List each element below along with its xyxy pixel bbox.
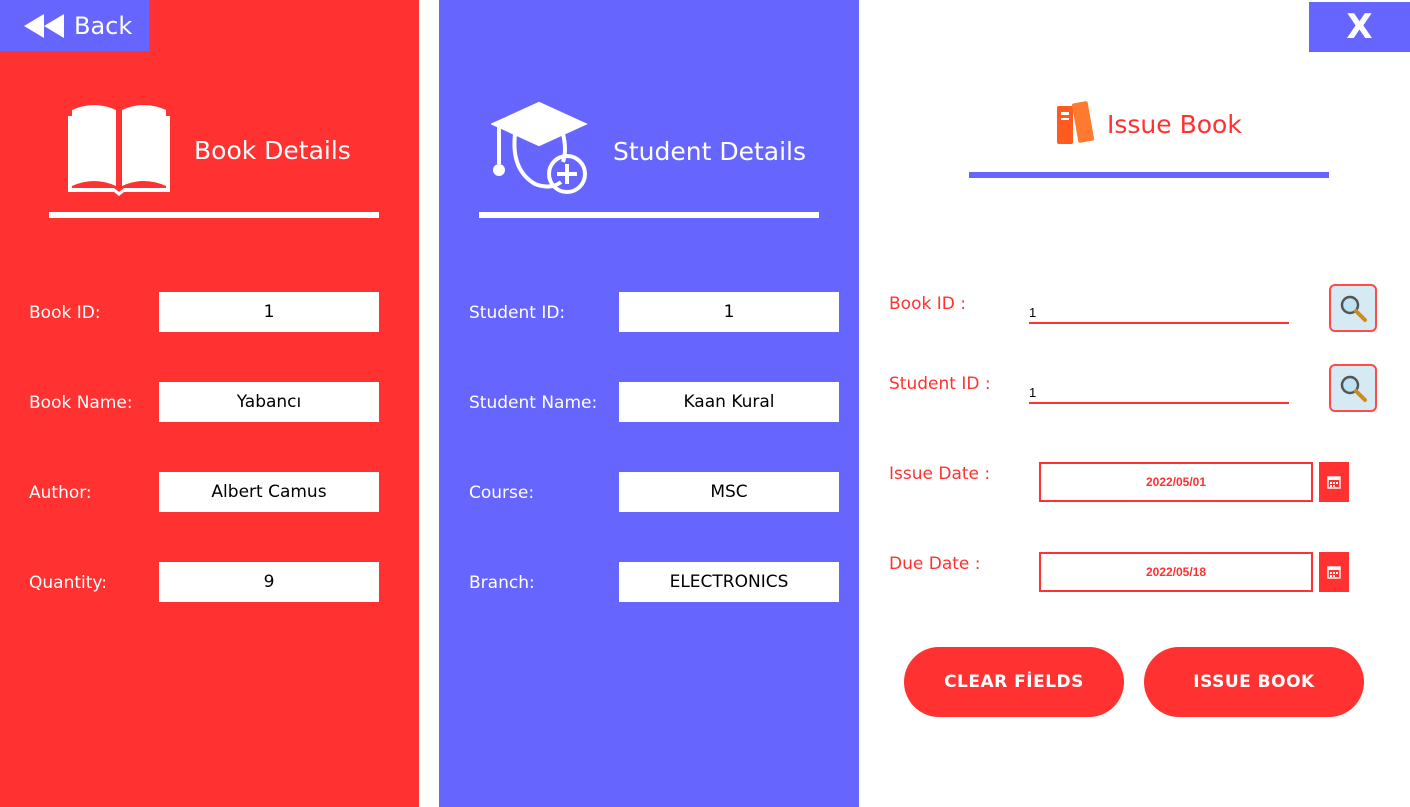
due-date-input[interactable] xyxy=(1039,552,1313,592)
issue-student-id-input[interactable] xyxy=(1029,374,1289,404)
course-label: Course: xyxy=(469,483,535,503)
author-label: Author: xyxy=(29,483,92,503)
issue-date-input[interactable] xyxy=(1039,462,1313,502)
author-field[interactable]: Albert Camus xyxy=(159,472,379,512)
issue-student-id-label: Student ID : xyxy=(889,374,991,394)
double-arrow-left-icon xyxy=(24,13,64,38)
book-id-label: Book ID: xyxy=(29,303,101,323)
clear-fields-button[interactable]: CLEAR FİELDS xyxy=(904,647,1124,717)
books-icon xyxy=(1055,96,1099,152)
due-date-label: Due Date : xyxy=(889,554,981,574)
book-details-underline xyxy=(49,212,379,218)
student-name-field[interactable]: Kaan Kural xyxy=(619,382,839,422)
panel-gap xyxy=(419,0,439,807)
quantity-field[interactable]: 9 xyxy=(159,562,379,602)
back-button[interactable]: Back xyxy=(0,0,149,51)
book-id-field[interactable]: 1 xyxy=(159,292,379,332)
branch-label: Branch: xyxy=(469,573,535,593)
calendar-icon xyxy=(1327,566,1341,579)
due-date-calendar-button[interactable] xyxy=(1319,552,1349,592)
magnifier-icon xyxy=(1340,375,1367,402)
issue-book-id-input[interactable] xyxy=(1029,294,1289,324)
student-graduate-icon xyxy=(490,100,591,202)
student-details-panel: Student Details Student ID: 1 Student Na… xyxy=(439,0,859,807)
issue-book-id-label: Book ID : xyxy=(889,294,966,314)
book-details-title: Book Details xyxy=(194,135,351,165)
book-name-field[interactable]: Yabancı xyxy=(159,382,379,422)
quantity-label: Quantity: xyxy=(29,573,107,593)
issue-date-calendar-button[interactable] xyxy=(1319,462,1349,502)
back-label: Back xyxy=(74,11,133,40)
course-field[interactable]: MSC xyxy=(619,472,839,512)
issue-book-title: Issue Book xyxy=(1107,109,1242,139)
book-name-label: Book Name: xyxy=(29,393,133,413)
calendar-icon xyxy=(1327,476,1341,489)
student-id-field[interactable]: 1 xyxy=(619,292,839,332)
student-details-title: Student Details xyxy=(613,136,807,166)
book-details-header: Book Details xyxy=(68,100,351,200)
open-book-icon xyxy=(68,100,170,200)
issue-book-button[interactable]: ISSUE BOOK xyxy=(1144,647,1364,717)
student-id-label: Student ID: xyxy=(469,303,566,323)
student-details-header: Student Details xyxy=(490,100,807,202)
magnifier-icon xyxy=(1340,295,1367,322)
close-button[interactable]: X xyxy=(1309,2,1410,52)
search-student-button[interactable] xyxy=(1329,364,1377,412)
issue-date-label: Issue Date : xyxy=(889,464,991,484)
issue-book-underline xyxy=(969,172,1329,178)
issue-book-panel: Issue Book Book ID : Student ID : Issue … xyxy=(859,0,1410,807)
student-name-label: Student Name: xyxy=(469,393,598,413)
book-details-panel: Book Details Book ID: 1 Book Name: Yaban… xyxy=(0,0,419,807)
branch-field[interactable]: ELECTRONICS xyxy=(619,562,839,602)
issue-book-header: Issue Book xyxy=(1055,96,1242,152)
search-book-button[interactable] xyxy=(1329,284,1377,332)
student-details-underline xyxy=(479,212,819,218)
